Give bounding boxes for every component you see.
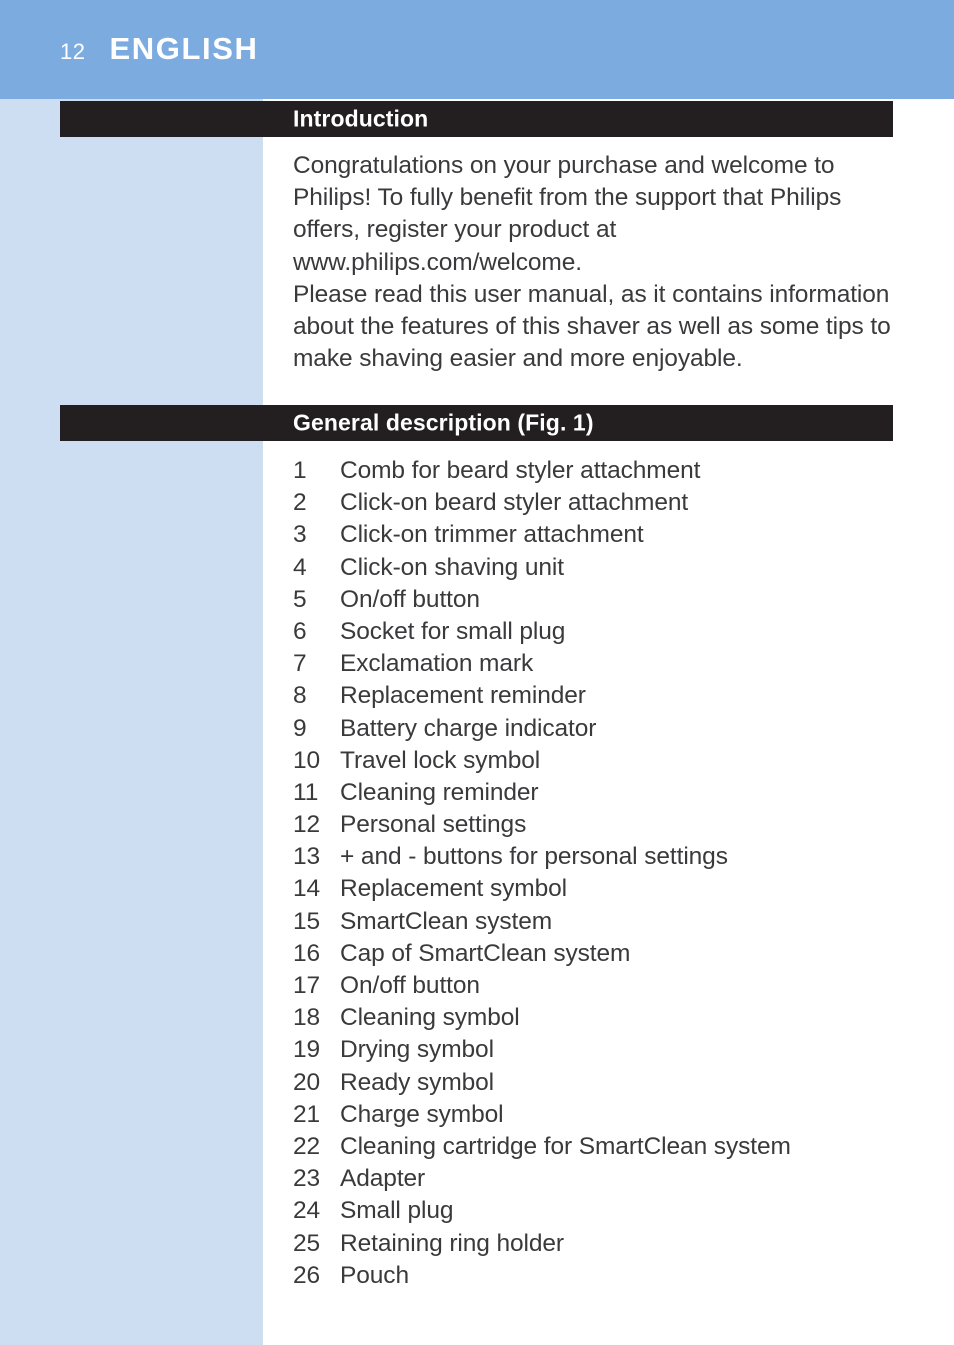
list-item-label: Cleaning symbol	[340, 1004, 520, 1032]
list-item-number: 26	[293, 1261, 321, 1289]
list-item-label: Replacement symbol	[340, 875, 567, 903]
section-heading-general-description-label: General description (Fig. 1)	[293, 409, 594, 436]
section-heading-general-description: General description (Fig. 1)	[60, 405, 893, 441]
list-item: 14 Replacement symbol	[293, 873, 903, 905]
list-item-number: 13	[293, 843, 321, 871]
list-item: 10 Travel lock symbol	[293, 745, 903, 777]
list-item-label: On/off button	[340, 585, 480, 613]
list-item-number: 10	[293, 746, 321, 774]
list-item: 18 Cleaning symbol	[293, 1002, 903, 1034]
list-item-label: SmartClean system	[340, 907, 553, 935]
list-item: 8 Replacement reminder	[293, 680, 903, 712]
introduction-paragraph-2: Please read this user manual, as it cont…	[293, 280, 891, 373]
manual-page: 12 ENGLISH Introduction Congratulations …	[0, 0, 954, 1345]
list-item-number: 11	[293, 778, 319, 806]
list-item-label: Battery charge indicator	[340, 714, 597, 742]
list-item-label: Socket for small plug	[340, 617, 566, 645]
list-item: 4 Click-on shaving unit	[293, 552, 903, 584]
list-item-label: + and - buttons for personal settings	[340, 843, 728, 871]
list-item: 1 Comb for beard styler attachment	[293, 455, 903, 487]
list-item-label: Drying symbol	[340, 1036, 494, 1064]
list-item-label: On/off button	[340, 972, 480, 999]
list-item-number: 21	[293, 1100, 321, 1128]
list-item-number: 5	[293, 585, 307, 613]
list-item: 19 Drying symbol	[293, 1034, 903, 1066]
list-item-number: 24	[293, 1197, 321, 1225]
list-item: 6 Socket for small plug	[293, 616, 903, 648]
list-item: 17 On/off button	[293, 970, 903, 1002]
list-item-label: Click-on trimmer attachment	[340, 521, 644, 549]
list-item: 25 Retaining ring holder	[293, 1228, 903, 1260]
list-item-number: 14	[293, 875, 321, 903]
list-item-label: Travel lock symbol	[340, 746, 541, 774]
introduction-paragraph-1: Congratulations on your purchase and wel…	[293, 152, 842, 276]
section-heading-introduction-label: Introduction	[293, 105, 429, 132]
list-item: 21 Charge symbol	[293, 1099, 903, 1131]
list-item-label: Exclamation mark	[340, 650, 534, 678]
section-heading-introduction: Introduction	[60, 101, 893, 137]
list-item: 20 Ready symbol	[293, 1067, 903, 1099]
list-item: 2 Click-on beard styler attachment	[293, 487, 903, 519]
list-item-number: 19	[293, 1036, 321, 1064]
list-item: 3 Click-on trimmer attachment	[293, 519, 903, 551]
general-description-parts-list: 1 Comb for beard styler attachment 2 Click-…	[293, 455, 903, 1292]
list-item: 22 Cleaning cartridge for SmartClean syst…	[293, 1131, 903, 1163]
list-item-number: 18	[293, 1004, 321, 1032]
list-item-label: Small plug	[340, 1197, 454, 1225]
list-item-label: Adapter	[340, 1165, 426, 1193]
list-item-number: 17	[293, 972, 321, 999]
list-item-number: 6	[293, 617, 307, 645]
list-item-label: Retaining ring holder	[340, 1229, 564, 1257]
list-item: 15 SmartClean system	[293, 906, 903, 938]
list-item-label: Cleaning cartridge for SmartClean system	[340, 1132, 791, 1160]
list-item-number: 22	[293, 1132, 321, 1160]
list-item-label: Comb for beard styler attachment	[340, 457, 701, 484]
list-item-number: 4	[293, 553, 307, 581]
list-item: 13 + and - buttons for personal settings	[293, 841, 903, 873]
list-item-label: Cleaning reminder	[340, 778, 539, 806]
list-item-label: Personal settings	[340, 811, 527, 839]
list-item: 26 Pouch	[293, 1260, 903, 1292]
list-item: 7 Exclamation mark	[293, 648, 903, 680]
list-item-number: 12	[293, 811, 321, 839]
page-content: Introduction Congratulations on your pur…	[0, 0, 954, 1345]
list-item-number: 8	[293, 682, 307, 710]
list-item-number: 2	[293, 489, 307, 517]
list-item: 12 Personal settings	[293, 809, 903, 841]
list-item-label: Click-on beard styler attachment	[340, 489, 689, 517]
list-item-number: 3	[293, 521, 307, 549]
list-item-label: Charge symbol	[340, 1100, 504, 1128]
list-item: 5 On/off button	[293, 584, 903, 616]
list-item-number: 7	[293, 650, 307, 678]
list-item-label: Click-on shaving unit	[340, 553, 564, 581]
list-item-label: Cap of SmartClean system	[340, 939, 631, 967]
list-item-number: 23	[293, 1165, 321, 1193]
list-item: 16 Cap of SmartClean system	[293, 938, 903, 970]
list-item: 23 Adapter	[293, 1163, 903, 1195]
list-item: 9 Battery charge indicator	[293, 713, 903, 745]
list-item-label: Pouch	[340, 1261, 409, 1289]
list-item-number: 25	[293, 1229, 321, 1257]
list-item: 24 Small plug	[293, 1195, 903, 1227]
list-item-number: 1	[293, 457, 307, 484]
list-item-label: Replacement reminder	[340, 682, 586, 710]
list-item-number: 9	[293, 714, 307, 742]
introduction-body: Congratulations on your purchase and wel…	[293, 150, 898, 375]
list-item: 11 Cleaning reminder	[293, 777, 903, 809]
list-item-number: 16	[293, 939, 321, 967]
list-item-label: Ready symbol	[340, 1068, 495, 1096]
list-item-number: 20	[293, 1068, 321, 1096]
list-item-number: 15	[293, 907, 321, 935]
